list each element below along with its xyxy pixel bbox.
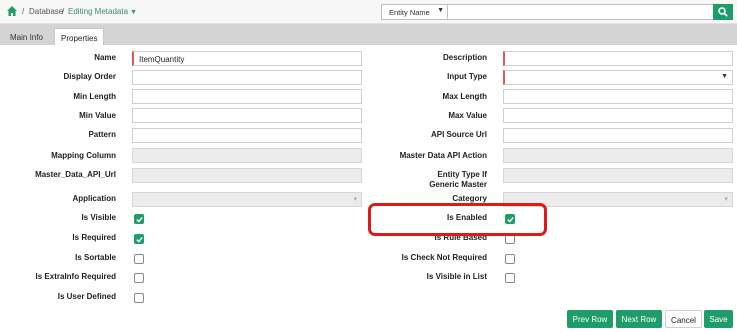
next-row-button[interactable]: Next Row	[616, 310, 662, 328]
is-check-not-required-checkbox[interactable]	[505, 254, 515, 264]
api-source-url-input[interactable]	[503, 128, 733, 143]
cancel-button[interactable]: Cancel	[665, 310, 702, 328]
min-length-label: Min Length	[73, 92, 116, 101]
is-visible-checkbox[interactable]	[134, 214, 144, 224]
master-data-api-action-label: Master Data API Action	[399, 151, 487, 160]
chevron-down-icon: ▼	[721, 73, 728, 80]
max-value-input[interactable]	[503, 108, 733, 123]
pattern-label: Pattern	[88, 130, 116, 139]
master-data-api-action-input	[503, 148, 733, 163]
breadcrumb-editing-metadata-dropdown[interactable]: Editing Metadata ▼	[68, 7, 137, 16]
search-icon	[718, 7, 728, 17]
display-order-input[interactable]	[132, 70, 362, 85]
is-visible-in-list-checkbox[interactable]	[505, 273, 515, 283]
is-visible-label: Is Visible	[81, 213, 116, 222]
is-extrainfo-required-checkbox[interactable]	[134, 273, 144, 283]
application-select: ▾	[132, 192, 362, 207]
chevron-down-icon: ▾	[724, 196, 728, 203]
max-length-input[interactable]	[503, 89, 733, 104]
is-sortable-checkbox[interactable]	[134, 254, 144, 264]
master-data-api-url-label: Master_Data_API_Url	[35, 170, 116, 179]
mapping-column-label: Mapping Column	[51, 151, 116, 160]
is-sortable-label: Is Sortable	[75, 253, 116, 262]
save-button[interactable]: Save	[704, 310, 733, 328]
min-value-input[interactable]	[132, 108, 362, 123]
is-required-label: Is Required	[72, 233, 116, 242]
description-input[interactable]	[503, 51, 733, 66]
tab-main-info[interactable]: Main Info	[4, 28, 49, 45]
tab-properties[interactable]: Properties	[54, 28, 105, 45]
max-value-label: Max Value	[448, 111, 487, 120]
is-check-not-required-label: Is Check Not Required	[401, 253, 487, 262]
caret-down-icon: ▼	[130, 9, 137, 16]
annotation-highlight-box	[368, 203, 547, 236]
search-button[interactable]	[713, 4, 733, 20]
breadcrumb-separator: /	[22, 7, 25, 16]
api-source-url-label: API Source Url	[430, 130, 487, 139]
max-length-label: Max Length	[442, 92, 487, 101]
breadcrumb-editing-label: Editing Metadata	[68, 7, 129, 16]
master-data-api-url-input	[132, 168, 362, 183]
is-user-defined-checkbox[interactable]	[134, 293, 144, 303]
breadcrumb-database[interactable]: Database	[29, 7, 63, 16]
is-user-defined-label: Is User Defined	[57, 292, 116, 301]
mapping-column-input	[132, 148, 362, 163]
pattern-input[interactable]	[132, 128, 362, 143]
is-required-checkbox[interactable]	[134, 234, 144, 244]
top-bar: / Database / Editing Metadata ▼ Entity Na…	[0, 0, 737, 24]
entity-name-select[interactable]: Entity Name ▼	[381, 4, 448, 20]
checkmark-icon	[136, 236, 143, 243]
chevron-down-icon: ▾	[353, 196, 357, 203]
tab-bar: Main Info Properties	[0, 24, 737, 45]
min-length-input[interactable]	[132, 89, 362, 104]
display-order-label: Display Order	[63, 72, 116, 81]
entity-type-label: Entity Type If Generic Master	[429, 170, 487, 189]
is-visible-in-list-label: Is Visible in List	[426, 272, 487, 281]
search-input[interactable]	[447, 4, 714, 20]
description-label: Description	[442, 53, 487, 62]
prev-row-button[interactable]: Prev Row	[567, 310, 613, 328]
chevron-down-icon: ▼	[437, 7, 444, 14]
name-input[interactable]: ItemQuantity	[132, 51, 362, 66]
name-label: Name	[94, 53, 116, 62]
entity-type-input	[503, 168, 733, 183]
home-icon[interactable]	[6, 5, 18, 17]
application-label: Application	[72, 194, 116, 203]
breadcrumb-separator: /	[62, 7, 65, 16]
checkmark-icon	[136, 216, 143, 223]
input-type-select[interactable]: ▼	[503, 70, 733, 85]
input-type-label: Input Type	[447, 72, 487, 81]
min-value-label: Min Value	[79, 111, 116, 120]
entity-select-value: Entity Name	[389, 8, 430, 17]
is-extrainfo-required-label: Is ExtraInfo Required	[35, 272, 116, 281]
